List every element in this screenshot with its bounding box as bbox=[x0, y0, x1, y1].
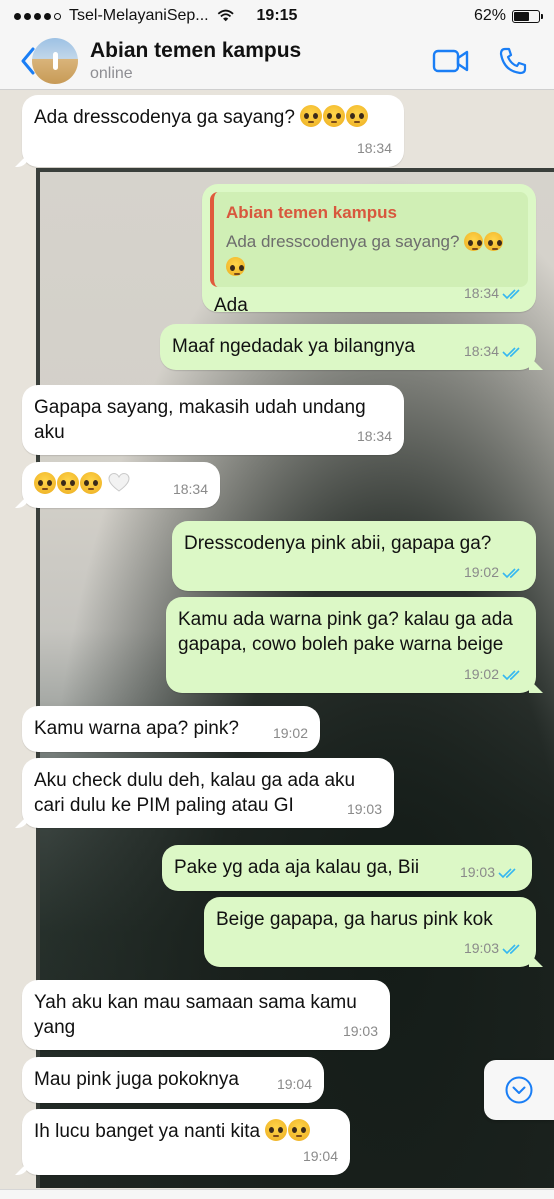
message-bubble-outgoing[interactable]: Maaf ngedadak ya bilangnya 18:34 bbox=[160, 324, 543, 370]
message-meta: 19:02 bbox=[464, 662, 524, 687]
message-time: 18:34 bbox=[356, 140, 392, 156]
message-text: Mau pink juga pokoknya bbox=[34, 1069, 239, 1090]
message-time: 18:34 bbox=[172, 481, 208, 497]
message-bubble-incoming[interactable]: 18:34 bbox=[15, 462, 220, 508]
message-text: Kamu ada warna pink ga? kalau ga ada gap… bbox=[178, 609, 513, 655]
message-bubble-incoming[interactable]: Ih lucu banget ya nanti kita 19:04 bbox=[15, 1109, 350, 1175]
status-bar: Tsel-MelayaniSep... 19:15 62% bbox=[0, 0, 554, 32]
message-meta: 18:34 bbox=[464, 339, 524, 364]
pleading-face-emoji-icon bbox=[34, 472, 103, 495]
pleading-face-emoji-icon bbox=[300, 105, 369, 128]
message-time: 19:03 bbox=[459, 864, 495, 880]
message-text-content: Ada dresscodenya ga sayang? bbox=[34, 107, 295, 128]
message-bubble-incoming[interactable]: Aku check dulu deh, kalau ga ada aku car… bbox=[15, 758, 394, 828]
contact-info[interactable]: Abian temen kampus online bbox=[90, 39, 301, 83]
signal-strength-icon bbox=[14, 12, 61, 20]
quoted-message[interactable]: Abian temen kampus Ada dresscodenya ga s… bbox=[210, 192, 528, 287]
quoted-sender: Abian temen kampus bbox=[226, 203, 397, 222]
video-call-icon[interactable] bbox=[432, 48, 470, 74]
message-time: 19:04 bbox=[302, 1148, 338, 1164]
chat-area[interactable]: Ada dresscodenya ga sayang? 18:34 Abian … bbox=[0, 90, 554, 1189]
battery-icon bbox=[512, 9, 543, 23]
message-text: Gapapa sayang, makasih udah undang aku bbox=[34, 397, 366, 443]
message-meta: 18:34 bbox=[357, 136, 392, 161]
message-meta: 18:34 bbox=[173, 477, 208, 502]
read-ticks-icon bbox=[502, 567, 520, 578]
message-meta: 19:03 bbox=[464, 936, 524, 961]
message-meta: 19:04 bbox=[277, 1072, 312, 1097]
message-time: 19:03 bbox=[346, 801, 382, 817]
read-ticks-icon bbox=[502, 943, 520, 954]
message-bubble-incoming[interactable]: Ada dresscodenya ga sayang? 18:34 bbox=[15, 95, 404, 167]
message-bubble-outgoing[interactable]: Beige gapapa, ga harus pink kok 19:03 bbox=[204, 897, 543, 967]
battery-fill bbox=[514, 11, 529, 21]
white-heart-icon bbox=[108, 472, 130, 492]
message-meta: 18:34 bbox=[464, 281, 524, 306]
message-text: Beige gapapa, ga harus pink kok bbox=[216, 909, 493, 930]
message-meta: 19:02 bbox=[273, 721, 308, 746]
carrier-name: Tsel-MelayaniSep... bbox=[69, 7, 209, 24]
message-time: 19:02 bbox=[272, 725, 308, 741]
quoted-text: Ada dresscodenya ga sayang? bbox=[226, 229, 516, 279]
message-time: 19:03 bbox=[342, 1023, 378, 1039]
message-bubble-incoming[interactable]: Kamu warna apa? pink? 19:02 bbox=[22, 706, 320, 752]
message-text: Aku check dulu deh, kalau ga ada aku car… bbox=[34, 770, 356, 816]
message-time: 19:02 bbox=[463, 564, 499, 580]
message-time: 19:04 bbox=[276, 1076, 312, 1092]
message-text: Ada dresscodenya ga sayang? bbox=[34, 105, 392, 130]
header-actions bbox=[432, 46, 528, 76]
message-text: Kamu warna apa? pink? bbox=[34, 718, 239, 739]
message-composer[interactable] bbox=[0, 1189, 554, 1199]
message-meta: 19:02 bbox=[464, 560, 524, 585]
message-bubble-incoming[interactable]: Gapapa sayang, makasih udah undang aku 1… bbox=[22, 385, 404, 455]
pleading-face-emoji-icon bbox=[265, 1119, 311, 1142]
wifi-icon bbox=[217, 9, 234, 22]
message-bubble-outgoing[interactable]: Kamu ada warna pink ga? kalau ga ada gap… bbox=[166, 597, 543, 693]
battery-percent: 62% bbox=[473, 7, 506, 24]
message-text: Ih lucu banget ya nanti kita bbox=[34, 1119, 338, 1144]
message-meta: 19:03 bbox=[343, 1019, 378, 1044]
message-time: 19:02 bbox=[463, 666, 499, 682]
status-left: Tsel-MelayaniSep... bbox=[14, 7, 234, 25]
message-text-content: Ih lucu banget ya nanti kita bbox=[34, 1121, 261, 1142]
message-bubble-incoming[interactable]: Yah aku kan mau samaan sama kamu yang 19… bbox=[22, 980, 390, 1050]
message-meta: 19:04 bbox=[303, 1144, 338, 1169]
read-ticks-icon bbox=[498, 867, 516, 878]
read-ticks-icon bbox=[502, 346, 520, 357]
message-text: Dresscodenya pink abii, gapapa ga? bbox=[184, 533, 492, 554]
message-text: Yah aku kan mau samaan sama kamu yang bbox=[34, 992, 357, 1038]
read-ticks-icon bbox=[502, 669, 520, 680]
message-time: 18:34 bbox=[463, 285, 499, 301]
message-meta: 19:03 bbox=[460, 860, 520, 885]
message-meta: 18:34 bbox=[357, 424, 392, 449]
message-bubble-outgoing[interactable]: Pake yg ada aja kalau ga, Bii 19:03 bbox=[162, 845, 532, 891]
message-bubble-incoming[interactable]: Mau pink juga pokoknya 19:04 bbox=[22, 1057, 324, 1103]
message-bubble-outgoing[interactable]: Dresscodenya pink abii, gapapa ga? 19:02 bbox=[172, 521, 536, 591]
status-right: 62% bbox=[473, 7, 543, 25]
read-ticks-icon bbox=[502, 288, 520, 299]
chevron-down-icon bbox=[505, 1076, 533, 1104]
chat-header: Abian temen kampus online bbox=[0, 32, 554, 90]
message-time: 18:34 bbox=[356, 428, 392, 444]
contact-status: online bbox=[90, 64, 133, 82]
message-meta: 19:03 bbox=[347, 797, 382, 822]
scroll-to-bottom-button[interactable] bbox=[484, 1060, 554, 1120]
message-time: 18:34 bbox=[463, 343, 499, 359]
message-bubble-outgoing[interactable]: Abian temen kampus Ada dresscodenya ga s… bbox=[202, 184, 536, 316]
quoted-text-content: Ada dresscodenya ga sayang? bbox=[226, 232, 460, 251]
avatar[interactable] bbox=[32, 37, 78, 84]
message-time: 19:03 bbox=[463, 940, 499, 956]
phone-call-icon[interactable] bbox=[498, 46, 528, 76]
contact-name: Abian temen kampus bbox=[90, 38, 302, 62]
